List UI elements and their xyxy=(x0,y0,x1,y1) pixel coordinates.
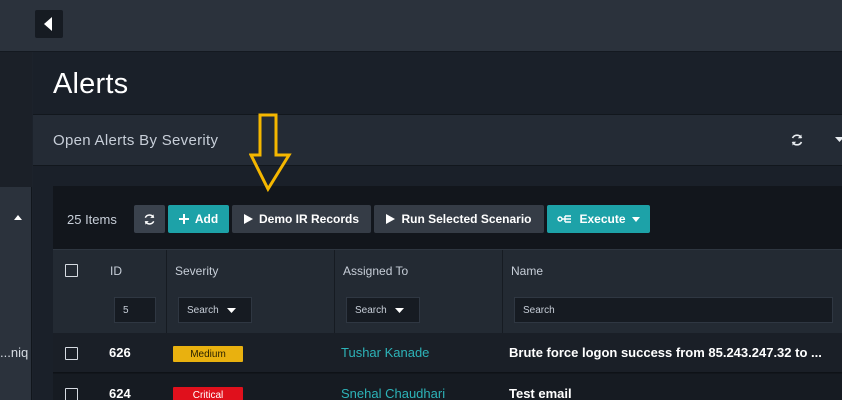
caret-down-icon[interactable] xyxy=(835,137,842,143)
id-filter-input[interactable]: 5 xyxy=(114,297,156,323)
assignee-link[interactable]: Snehal Chaudhari xyxy=(341,386,445,400)
name-filter-input[interactable]: Search xyxy=(514,297,833,323)
row-id: 626 xyxy=(109,345,131,360)
caret-up-icon[interactable] xyxy=(14,214,22,220)
add-button-label: Add xyxy=(194,212,219,226)
alert-name: Test email xyxy=(509,386,572,400)
refresh-grid-button[interactable] xyxy=(134,205,165,233)
row-id: 624 xyxy=(109,386,131,400)
severity-filter-placeholder: Search xyxy=(187,304,219,316)
column-header-name[interactable]: Name xyxy=(511,264,543,278)
assigned-to-filter-select[interactable]: Search xyxy=(346,297,420,323)
left-sidebar-upper xyxy=(0,52,32,187)
caret-down-icon xyxy=(226,307,236,313)
caret-down-icon xyxy=(394,307,404,313)
refresh-icon xyxy=(144,213,155,225)
page-title: Alerts xyxy=(53,68,129,100)
run-selected-scenario-button[interactable]: Run Selected Scenario xyxy=(374,205,544,233)
refresh-icon[interactable] xyxy=(790,133,804,147)
items-count: 25 Items xyxy=(67,212,117,227)
severity-badge: Medium xyxy=(173,346,243,362)
table-row[interactable]: 626 Medium Tushar Kanade Brute force log… xyxy=(53,333,842,373)
severity-panel-title: Open Alerts By Severity xyxy=(53,132,219,149)
alert-name: Brute force logon success from 85.243.24… xyxy=(509,345,822,360)
column-divider xyxy=(334,250,335,334)
column-divider xyxy=(166,250,167,334)
column-header-severity[interactable]: Severity xyxy=(175,264,218,278)
row-checkbox[interactable] xyxy=(65,388,78,400)
column-header-id[interactable]: ID xyxy=(110,264,122,278)
add-button[interactable]: Add xyxy=(168,205,229,233)
execute-button-label: Execute xyxy=(579,212,626,226)
demo-ir-records-label: Demo IR Records xyxy=(258,212,360,226)
column-header-assigned-to[interactable]: Assigned To xyxy=(343,264,408,278)
row-checkbox[interactable] xyxy=(65,347,78,360)
table-row[interactable]: 624 Critical Snehal Chaudhari Test email xyxy=(53,374,842,400)
select-all-checkbox[interactable] xyxy=(65,264,78,277)
column-divider xyxy=(502,250,503,334)
alerts-grid: 25 Items Add Demo IR Records Run Selecte… xyxy=(53,186,842,400)
execute-button[interactable]: Execute xyxy=(547,205,650,233)
severity-badge: Critical xyxy=(173,387,243,400)
play-icon xyxy=(386,214,396,224)
run-selected-scenario-label: Run Selected Scenario xyxy=(401,212,532,226)
top-bar xyxy=(0,0,842,52)
arrow-down-annotation xyxy=(249,113,292,193)
execute-icon xyxy=(557,215,572,223)
collapse-sidebar-button[interactable] xyxy=(35,10,63,38)
caret-down-icon xyxy=(631,216,640,222)
demo-ir-records-button[interactable]: Demo IR Records xyxy=(232,205,371,233)
play-icon xyxy=(243,214,253,224)
caret-left-icon xyxy=(44,17,52,31)
assignee-link[interactable]: Tushar Kanade xyxy=(341,345,429,360)
severity-panel-header[interactable]: Open Alerts By Severity xyxy=(33,114,842,166)
main-content: Alerts Open Alerts By Severity 25 Items … xyxy=(33,52,842,400)
grid-header: ID 5 Severity Search Assigned To Search … xyxy=(53,249,842,334)
plus-icon xyxy=(178,214,189,224)
severity-filter-select[interactable]: Search xyxy=(178,297,252,323)
assigned-to-filter-placeholder: Search xyxy=(355,304,387,316)
sidebar-item-label[interactable]: niq... xyxy=(0,345,32,360)
